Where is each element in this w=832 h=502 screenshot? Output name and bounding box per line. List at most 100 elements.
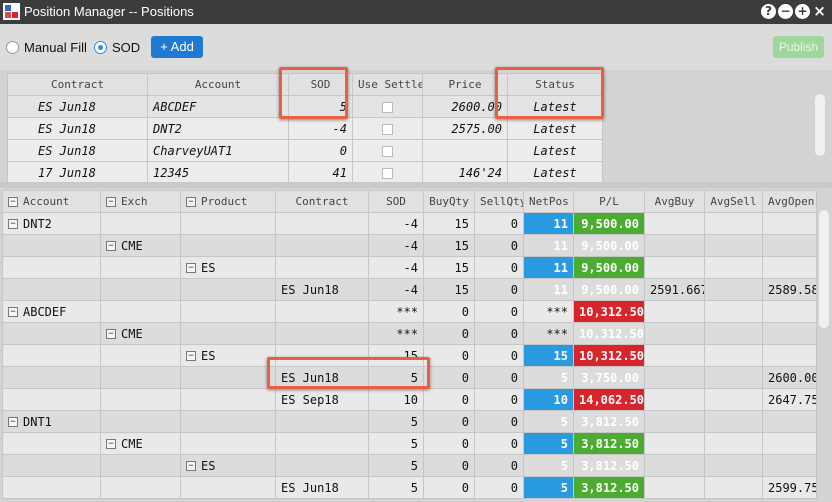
position-row[interactable]: − CME 5 0 0 5 3,812.50 (2, 432, 817, 455)
position-row[interactable]: ES Jun18 -4 15 0 11 9,500.00 2591.667 25… (2, 278, 817, 301)
avgopen-cell (762, 234, 817, 257)
collapse-icon[interactable]: − (8, 197, 18, 207)
pl-cell: 9,500.00 (573, 278, 645, 301)
product-cell (180, 476, 276, 499)
collapse-icon[interactable]: − (186, 351, 196, 361)
account-cell (2, 476, 101, 499)
col-contract[interactable]: Contract (7, 73, 148, 96)
netpos-cell: *** (523, 322, 574, 345)
pane-splitter[interactable] (0, 182, 832, 188)
window-title: Position Manager -- Positions (24, 4, 194, 19)
avgbuy-cell (644, 256, 705, 279)
position-row[interactable]: − ES 5 0 0 5 3,812.50 (2, 454, 817, 477)
sod-column-highlight (279, 67, 348, 119)
use-settle-checkbox[interactable] (382, 145, 393, 157)
col-contract[interactable]: Contract (275, 190, 369, 213)
col-avgopen[interactable]: AvgOpen (762, 190, 817, 213)
sod-cell[interactable]: -4 (288, 117, 353, 140)
use-settle-checkbox[interactable] (382, 167, 393, 179)
position-row[interactable]: − DNT1 5 0 0 5 3,812.50 (2, 410, 817, 433)
collapse-icon[interactable]: − (8, 219, 18, 229)
contract-cell (275, 454, 369, 477)
exch-cell (100, 212, 181, 235)
product-cell (180, 432, 276, 455)
sod-row[interactable]: 17 Jun18 12345 41 146'24 Latest (7, 161, 603, 184)
col-netpos[interactable]: NetPos (523, 190, 574, 213)
col-product[interactable]: − Product (180, 190, 276, 213)
account-cell (2, 256, 101, 279)
col-account[interactable]: Account (147, 73, 289, 96)
position-row[interactable]: − ES -4 15 0 11 9,500.00 (2, 256, 817, 279)
maximize-icon[interactable]: + (795, 4, 810, 19)
publish-button[interactable]: Publish (773, 36, 824, 58)
contract-cell (275, 300, 369, 323)
col-avgbuy[interactable]: AvgBuy (644, 190, 705, 213)
help-icon[interactable]: ? (761, 4, 776, 19)
collapse-icon[interactable]: − (186, 461, 196, 471)
account-cell: CharveyUAT1 (147, 139, 289, 162)
sod-cell: -4 (368, 256, 424, 279)
use-settle-cell (352, 117, 423, 140)
avgopen-cell: 2599.750 (762, 476, 817, 499)
sod-cell: 5 (368, 432, 424, 455)
netpos-cell: 5 (523, 432, 574, 455)
col-buyqty[interactable]: BuyQty (423, 190, 475, 213)
use-settle-checkbox[interactable] (382, 101, 393, 113)
sod-cell[interactable]: 41 (288, 161, 353, 184)
sod-row[interactable]: ES Jun18 CharveyUAT1 0 Latest (7, 139, 603, 162)
col-use-settle[interactable]: Use Settle (352, 73, 423, 96)
manual-fill-radio[interactable] (6, 41, 19, 54)
sellqty-cell: 0 (474, 454, 524, 477)
minimize-icon[interactable]: − (778, 4, 793, 19)
avgopen-cell (762, 212, 817, 235)
jun18-sod-highlight (267, 357, 430, 389)
add-button[interactable]: + Add (151, 36, 203, 58)
price-cell[interactable]: 146'24 (422, 161, 508, 184)
avgbuy-cell (644, 476, 705, 499)
top-scrollbar[interactable] (815, 94, 825, 156)
position-row[interactable]: ES Jun18 5 0 0 5 3,812.50 2599.750 (2, 476, 817, 499)
position-row[interactable]: − DNT2 -4 15 0 11 9,500.00 (2, 212, 817, 235)
col-account[interactable]: − Account (2, 190, 101, 213)
collapse-icon[interactable]: − (106, 241, 116, 251)
sod-cell[interactable]: 0 (288, 139, 353, 162)
bottom-scrollbar[interactable] (819, 210, 829, 328)
sod-row[interactable]: ES Jun18 DNT2 -4 2575.00 Latest (7, 117, 603, 140)
close-icon[interactable]: × (812, 4, 827, 19)
avgsell-cell (704, 234, 763, 257)
price-cell[interactable] (422, 139, 508, 162)
col-sod[interactable]: SOD (368, 190, 424, 213)
account-cell: − DNT1 (2, 410, 101, 433)
avgopen-cell: 2589.583 (762, 278, 817, 301)
avgbuy-cell (644, 234, 705, 257)
position-row[interactable]: − CME *** 0 0 *** 10,312.50 (2, 322, 817, 345)
col-avgsell[interactable]: AvgSell (704, 190, 763, 213)
col-pl[interactable]: P/L (573, 190, 645, 213)
price-cell[interactable]: 2575.00 (422, 117, 508, 140)
position-row[interactable]: ES Sep18 10 0 0 10 14,062.50 2647.750 (2, 388, 817, 411)
col-exch[interactable]: − Exch (100, 190, 181, 213)
contract-cell (275, 212, 369, 235)
collapse-icon[interactable]: − (106, 329, 116, 339)
position-row[interactable]: − CME -4 15 0 11 9,500.00 (2, 234, 817, 257)
sod-radio[interactable] (94, 41, 107, 54)
pl-cell: 9,500.00 (573, 234, 645, 257)
sellqty-cell: 0 (474, 256, 524, 279)
avgopen-cell (762, 344, 817, 367)
collapse-icon[interactable]: − (106, 197, 116, 207)
position-row[interactable]: − ABCDEF *** 0 0 *** 10,312.50 (2, 300, 817, 323)
buyqty-cell: 15 (423, 234, 475, 257)
status-cell: Latest (507, 139, 603, 162)
contract-cell: ES Jun18 (7, 139, 148, 162)
collapse-icon[interactable]: − (8, 307, 18, 317)
buyqty-cell: 15 (423, 212, 475, 235)
avgsell-cell (704, 388, 763, 411)
avgopen-cell: 2600.000 (762, 366, 817, 389)
collapse-icon[interactable]: − (186, 263, 196, 273)
collapse-icon[interactable]: − (186, 197, 196, 207)
use-settle-checkbox[interactable] (382, 123, 393, 135)
collapse-icon[interactable]: − (8, 417, 18, 427)
avgbuy-cell (644, 410, 705, 433)
collapse-icon[interactable]: − (106, 439, 116, 449)
col-sellqty[interactable]: SellQty (474, 190, 524, 213)
